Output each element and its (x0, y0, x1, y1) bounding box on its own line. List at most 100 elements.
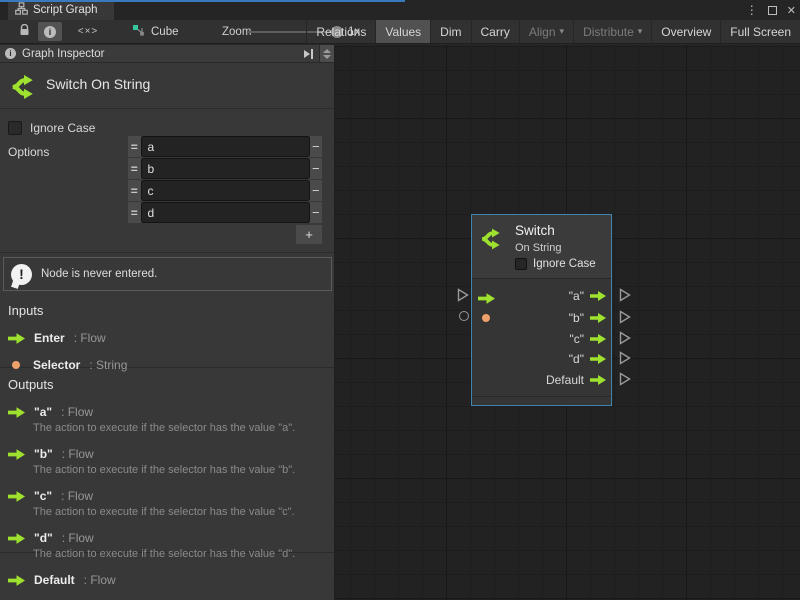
output-port-a[interactable]: "a" (569, 289, 606, 303)
arrow-down-icon (323, 55, 331, 59)
ignore-case-label: Ignore Case (533, 258, 596, 270)
carry-button[interactable]: Carry (471, 20, 519, 43)
selector-port[interactable] (482, 314, 490, 322)
maximize-icon[interactable] (768, 6, 777, 15)
option-input[interactable] (141, 136, 310, 157)
window-menu-icon[interactable]: ⋮ (746, 4, 758, 16)
drag-handle-icon[interactable]: = (128, 136, 141, 157)
zoom-label: Zoom (222, 20, 251, 43)
output-item: Default: Flow (0, 573, 334, 587)
switch-icon (479, 226, 505, 252)
input-port-enter: Enter : Flow (8, 331, 334, 345)
panel-spinner-control[interactable] (319, 45, 334, 62)
values-button[interactable]: Values (375, 20, 430, 43)
flow-arrow-icon (8, 333, 25, 344)
lock-button[interactable] (12, 22, 36, 41)
option-input[interactable] (141, 202, 310, 223)
flow-arrow-icon (478, 293, 495, 304)
inputs-section: Inputs Enter : Flow Selector : String (0, 295, 334, 368)
output-description: The action to execute if the selector ha… (33, 422, 334, 434)
overview-button[interactable]: Overview (651, 20, 720, 43)
unit-settings: Ignore Case Options = − = − = (0, 110, 334, 253)
warning-text: Node is never entered. (41, 268, 157, 280)
distribute-dropdown[interactable]: Distribute ▾ (573, 20, 651, 43)
focus-highlight-line (0, 0, 405, 2)
drag-handle-icon[interactable]: = (128, 202, 141, 223)
dock-panel-icon[interactable] (304, 49, 313, 59)
info-icon: i (5, 48, 16, 59)
flow-arrow-icon (8, 449, 25, 460)
remove-option-button[interactable]: − (310, 158, 323, 179)
value-hint-circle-icon[interactable] (459, 311, 469, 321)
string-port-icon (12, 361, 20, 369)
inspector-toggle-button[interactable]: i (38, 22, 62, 41)
lock-icon (19, 23, 30, 41)
options-list: = − = − = − = (128, 136, 322, 244)
node-footer (472, 396, 611, 405)
graph-canvas[interactable]: Switch On String Ignore Case "a" "b" (335, 45, 800, 600)
graph-inspector-panel: i Graph Inspector Switch On String (0, 45, 335, 600)
tab-script-graph[interactable]: Script Graph (8, 0, 114, 20)
node-body: "a" "b" "c" "d" Default (472, 279, 611, 396)
output-port-d[interactable]: "d" (569, 352, 606, 366)
remove-option-button[interactable]: − (310, 202, 323, 223)
output-port-c[interactable]: "c" (569, 332, 606, 346)
close-icon[interactable]: ✕ (787, 4, 796, 17)
node-ignore-case: Ignore Case (515, 258, 596, 270)
target-label: Cube (151, 26, 179, 38)
info-icon: i (44, 26, 56, 38)
outputs-header: Outputs (8, 377, 334, 392)
window-controls: ⋮ ✕ (746, 0, 796, 20)
code-view-button[interactable]: <×> (72, 22, 104, 41)
remove-option-button[interactable]: − (310, 136, 323, 157)
drag-handle-icon[interactable]: = (128, 180, 141, 201)
flow-hint-triangle-icon[interactable] (619, 331, 631, 345)
flow-arrow-icon (8, 491, 25, 502)
output-item: "d": Flow The action to execute if the s… (0, 531, 334, 560)
ignore-case-label: Ignore Case (30, 121, 95, 135)
enter-port[interactable] (478, 291, 495, 309)
inputs-header: Inputs (8, 303, 334, 318)
drag-handle-icon[interactable]: = (128, 158, 141, 179)
node-title: Switch (515, 223, 555, 238)
graph-target-breadcrumb[interactable]: Cube (132, 20, 179, 43)
output-item: "b": Flow The action to execute if the s… (0, 447, 334, 476)
option-row: = − (128, 136, 322, 157)
output-port-default[interactable]: Default (546, 373, 606, 387)
script-graph-window: Script Graph ⋮ ✕ i <×> Cube Zoom 1 (0, 0, 800, 600)
output-description: The action to execute if the selector ha… (33, 548, 334, 560)
flow-arrow-icon (590, 313, 606, 323)
code-icon: <×> (78, 26, 99, 37)
output-port-b[interactable]: "b" (569, 311, 606, 325)
flow-arrow-icon (590, 375, 606, 385)
switch-on-string-node[interactable]: Switch On String Ignore Case "a" "b" (471, 214, 612, 406)
ignore-case-setting: Ignore Case (8, 121, 95, 135)
flow-hint-triangle-icon[interactable] (619, 351, 631, 365)
arrow-up-icon (323, 49, 331, 53)
option-input[interactable] (141, 180, 310, 201)
flow-arrow-icon (590, 291, 606, 301)
output-description: The action to execute if the selector ha… (33, 464, 334, 476)
relations-button[interactable]: Relations (306, 20, 375, 43)
remove-option-button[interactable]: − (310, 180, 323, 201)
dim-button[interactable]: Dim (430, 20, 470, 43)
graph-icon (15, 2, 28, 18)
flow-hint-triangle-icon[interactable] (457, 288, 469, 302)
switch-icon (9, 72, 39, 102)
option-input[interactable] (141, 158, 310, 179)
output-description: The action to execute if the selector ha… (33, 506, 334, 518)
flow-hint-triangle-icon[interactable] (619, 288, 631, 302)
inspector-title: Graph Inspector (22, 48, 104, 60)
flow-arrow-icon (590, 354, 606, 364)
ignore-case-checkbox[interactable] (8, 121, 22, 135)
toolbar-button-group: Relations Values Dim Carry Align ▾ Distr… (306, 20, 800, 43)
flow-arrow-icon (8, 533, 25, 544)
ignore-case-checkbox[interactable] (515, 258, 527, 270)
align-dropdown[interactable]: Align ▾ (519, 20, 573, 43)
option-row: = − (128, 202, 322, 223)
flow-hint-triangle-icon[interactable] (619, 372, 631, 386)
option-row: = − (128, 180, 322, 201)
add-option-button[interactable]: + (296, 225, 322, 244)
flow-hint-triangle-icon[interactable] (619, 310, 631, 324)
full-screen-button[interactable]: Full Screen (720, 20, 800, 43)
